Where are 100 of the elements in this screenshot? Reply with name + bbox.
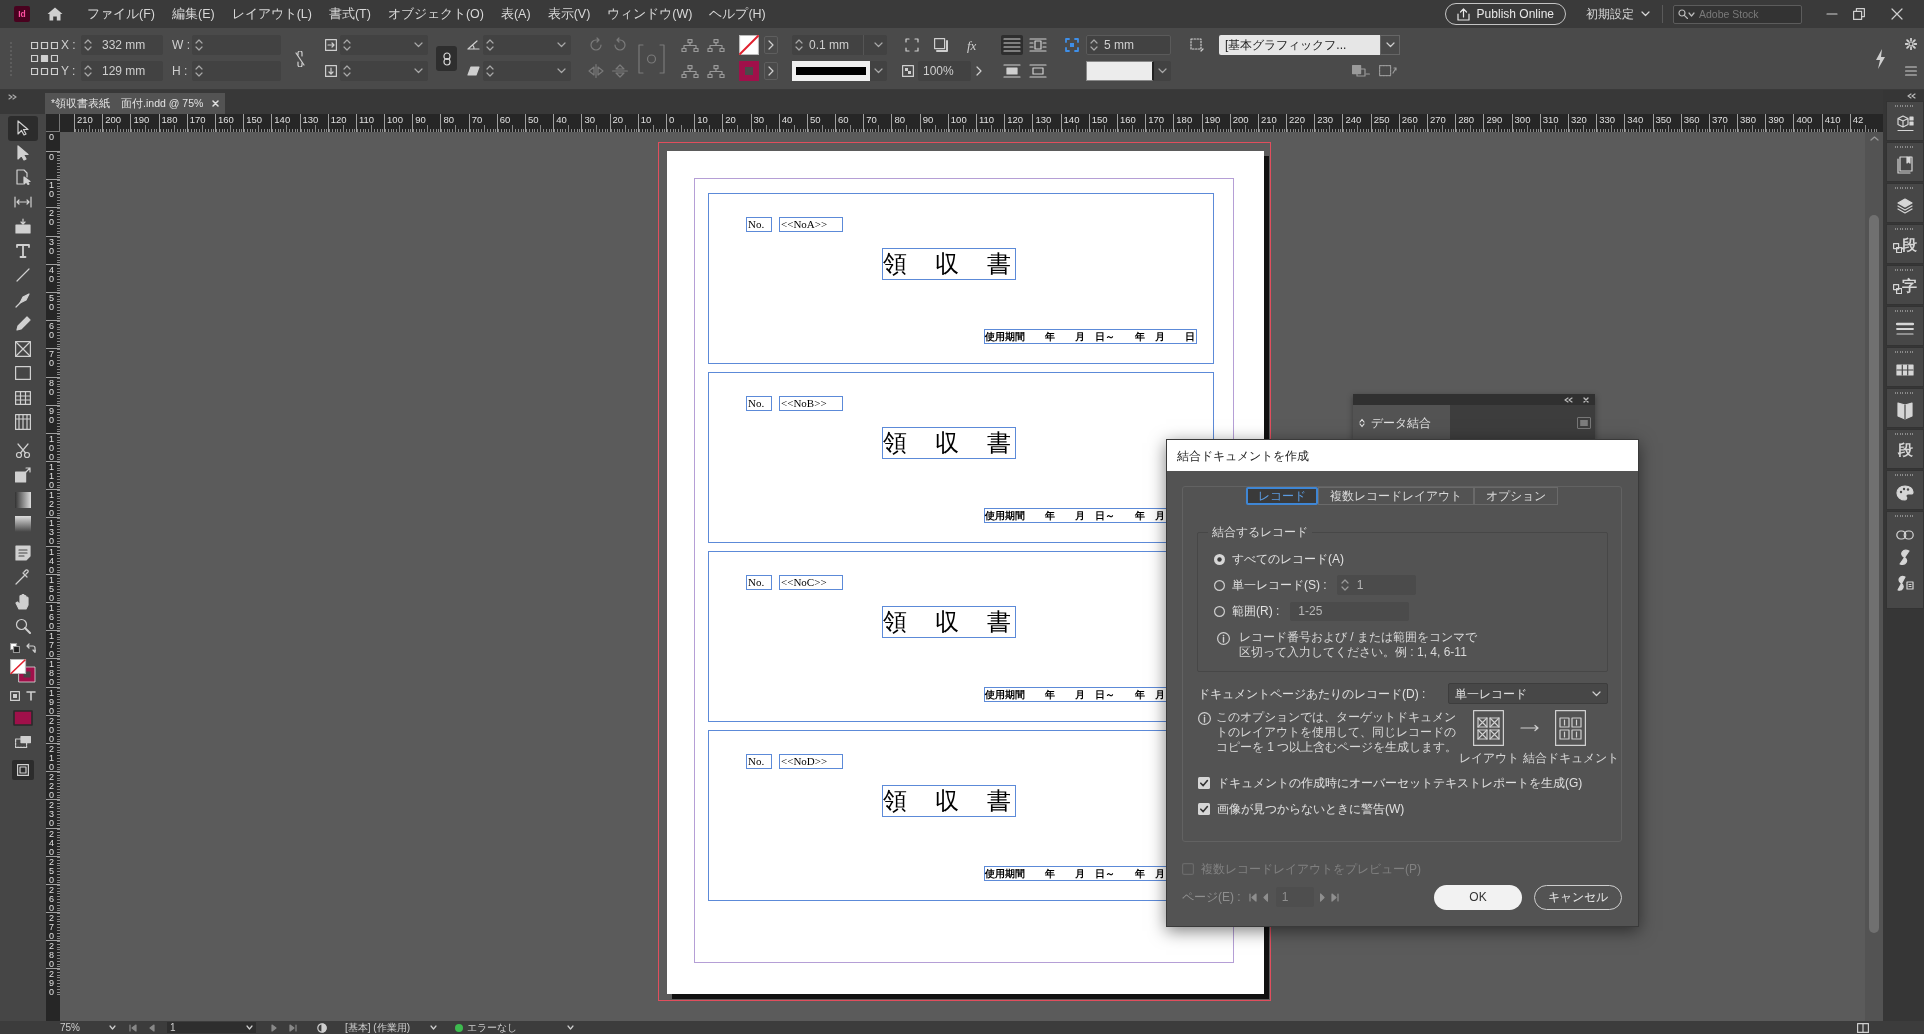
text-format-icon[interactable] <box>26 690 36 701</box>
stroke-weight-field[interactable]: 0.1 mm <box>792 35 887 55</box>
spinner-icon[interactable] <box>343 38 351 52</box>
shear-field[interactable] <box>483 61 571 81</box>
radio-icon[interactable] <box>1214 579 1225 591</box>
dialog-tab[interactable]: 複数レコードレイアウト <box>1318 487 1474 505</box>
color-swatch-icon[interactable] <box>13 709 33 726</box>
swirl-tag-icon[interactable] <box>1896 575 1914 593</box>
caret-icon[interactable] <box>414 68 423 74</box>
offset-field[interactable]: 5 mm <box>1086 35 1171 55</box>
reference-point-icon[interactable] <box>31 42 58 75</box>
object-style-dropdown[interactable]: [基本グラフィックフ... <box>1219 35 1400 55</box>
panel-button[interactable]: 字 <box>1886 265 1924 305</box>
record-number-field[interactable]: 1 <box>1336 575 1416 595</box>
records-per-page-dropdown[interactable]: 単一レコード <box>1448 683 1608 704</box>
hierarchy-icon[interactable] <box>681 38 699 52</box>
panel-button[interactable] <box>1886 183 1924 223</box>
filled-box-lines-icon[interactable] <box>1001 61 1023 81</box>
opacity-field[interactable]: 100% <box>918 61 971 81</box>
record-range-field[interactable]: 1-25 <box>1290 601 1410 621</box>
y-field[interactable]: 129 mm <box>81 61 163 81</box>
preflight-dropdown[interactable]: エラーなし <box>467 1022 574 1033</box>
scroll-thumb[interactable] <box>1869 215 1879 933</box>
radio-icon[interactable] <box>1214 605 1225 617</box>
search-field[interactable]: Adobe Stock <box>1673 4 1802 24</box>
previous-page-icon[interactable] <box>149 1023 155 1032</box>
dialog-tab[interactable]: レコード <box>1246 487 1318 505</box>
ruler-corner[interactable] <box>46 114 60 132</box>
spinner-icon[interactable] <box>1340 578 1349 592</box>
panel-button[interactable] <box>1886 470 1924 510</box>
panel-button[interactable] <box>1886 142 1924 182</box>
checkbox-icon[interactable] <box>1198 803 1210 815</box>
swap-arrow-icon[interactable] <box>26 642 36 653</box>
menu-icon[interactable] <box>1905 66 1917 76</box>
preview-mode-icon[interactable] <box>12 759 34 780</box>
overlapping-squares-icon[interactable] <box>1352 65 1370 77</box>
ok-button[interactable]: OK <box>1434 884 1522 910</box>
menu-item[interactable]: ウィンドウ(W) <box>607 7 693 21</box>
menu-item[interactable]: ヘルプ(H) <box>709 7 766 21</box>
default-colors-icon[interactable] <box>10 642 20 653</box>
panel-button[interactable]: 段 <box>1886 429 1924 469</box>
close-icon[interactable] <box>212 100 219 107</box>
caret-icon[interactable] <box>874 68 883 74</box>
dotted-frame-icon[interactable] <box>1190 38 1204 52</box>
menu-item[interactable]: オブジェクト(O) <box>387 7 484 21</box>
frame-format-icon[interactable] <box>10 690 20 701</box>
spinner-icon[interactable] <box>486 38 494 52</box>
spinner-icon[interactable] <box>84 64 92 78</box>
panel-button[interactable] <box>1886 388 1924 428</box>
hierarchy-icon[interactable] <box>707 64 725 78</box>
profile-dropdown[interactable]: [基本] (作業用) <box>345 1022 437 1033</box>
panel-button[interactable] <box>1886 306 1924 346</box>
collapse-icon[interactable] <box>8 94 17 100</box>
height-field[interactable] <box>192 61 281 81</box>
chevron-button[interactable] <box>764 62 778 80</box>
text-around-box-icon[interactable] <box>1027 35 1049 55</box>
panel-menu-icon[interactable] <box>1577 416 1591 429</box>
drop-shadow-icon[interactable] <box>934 38 948 52</box>
x-field[interactable]: 332 mm <box>81 35 163 55</box>
radio-option[interactable]: すべてのレコード(A) <box>1214 550 1344 568</box>
last-page-icon[interactable] <box>289 1023 297 1032</box>
menu-item[interactable]: 書式(T) <box>328 7 371 21</box>
hierarchy-icon[interactable] <box>707 38 725 52</box>
checkbox-icon[interactable] <box>1198 777 1210 789</box>
close-icon[interactable] <box>1583 396 1589 403</box>
radio-icon[interactable] <box>1214 553 1225 565</box>
menu-item[interactable]: ファイル(F) <box>87 7 155 21</box>
rotation-field[interactable] <box>483 35 571 55</box>
caret-icon[interactable] <box>557 68 566 74</box>
radio-option[interactable]: 範囲(R) : <box>1214 602 1280 620</box>
panel-toggle-icon[interactable] <box>1857 1022 1869 1033</box>
radio-option[interactable]: 単一レコード(S) : <box>1214 576 1327 594</box>
close-icon[interactable] <box>1891 8 1903 20</box>
caret-icon[interactable] <box>557 42 566 48</box>
scale-x-field[interactable] <box>340 35 428 55</box>
fill-swatch-icon[interactable] <box>739 35 759 55</box>
page-field[interactable]: 1 <box>167 1022 256 1033</box>
panel-tab[interactable]: データ結合 <box>1353 405 1450 440</box>
spinner-icon[interactable] <box>486 64 494 78</box>
panel-button[interactable] <box>1886 101 1924 141</box>
workspace-menu[interactable]: 初期設定 <box>1586 5 1650 23</box>
menu-item[interactable]: 表示(V) <box>547 7 591 21</box>
first-page-icon[interactable] <box>129 1023 137 1032</box>
fill-stroke-icon[interactable] <box>10 658 36 683</box>
caret-icon[interactable] <box>874 42 883 48</box>
panel-button[interactable]: 段 <box>1886 224 1924 264</box>
frame-corners-icon[interactable] <box>905 38 919 52</box>
spinner-icon[interactable] <box>195 38 203 52</box>
zoom-dropdown[interactable]: 75% <box>60 1022 116 1033</box>
scale-y-field[interactable] <box>340 61 428 81</box>
spinner-icon[interactable] <box>84 38 92 52</box>
broken-chain-icon[interactable] <box>294 50 306 67</box>
menu-item[interactable]: 編集(E) <box>171 7 215 21</box>
menu-item[interactable]: レイアウト(L) <box>231 7 312 21</box>
half-circle-icon[interactable] <box>317 1022 327 1033</box>
chevron-button[interactable] <box>764 36 778 54</box>
lightning-icon[interactable] <box>1874 48 1886 69</box>
dialog-tab[interactable]: オプション <box>1474 487 1558 505</box>
spinner-icon[interactable] <box>1090 38 1098 52</box>
frame-spark-icon[interactable] <box>1379 65 1397 77</box>
